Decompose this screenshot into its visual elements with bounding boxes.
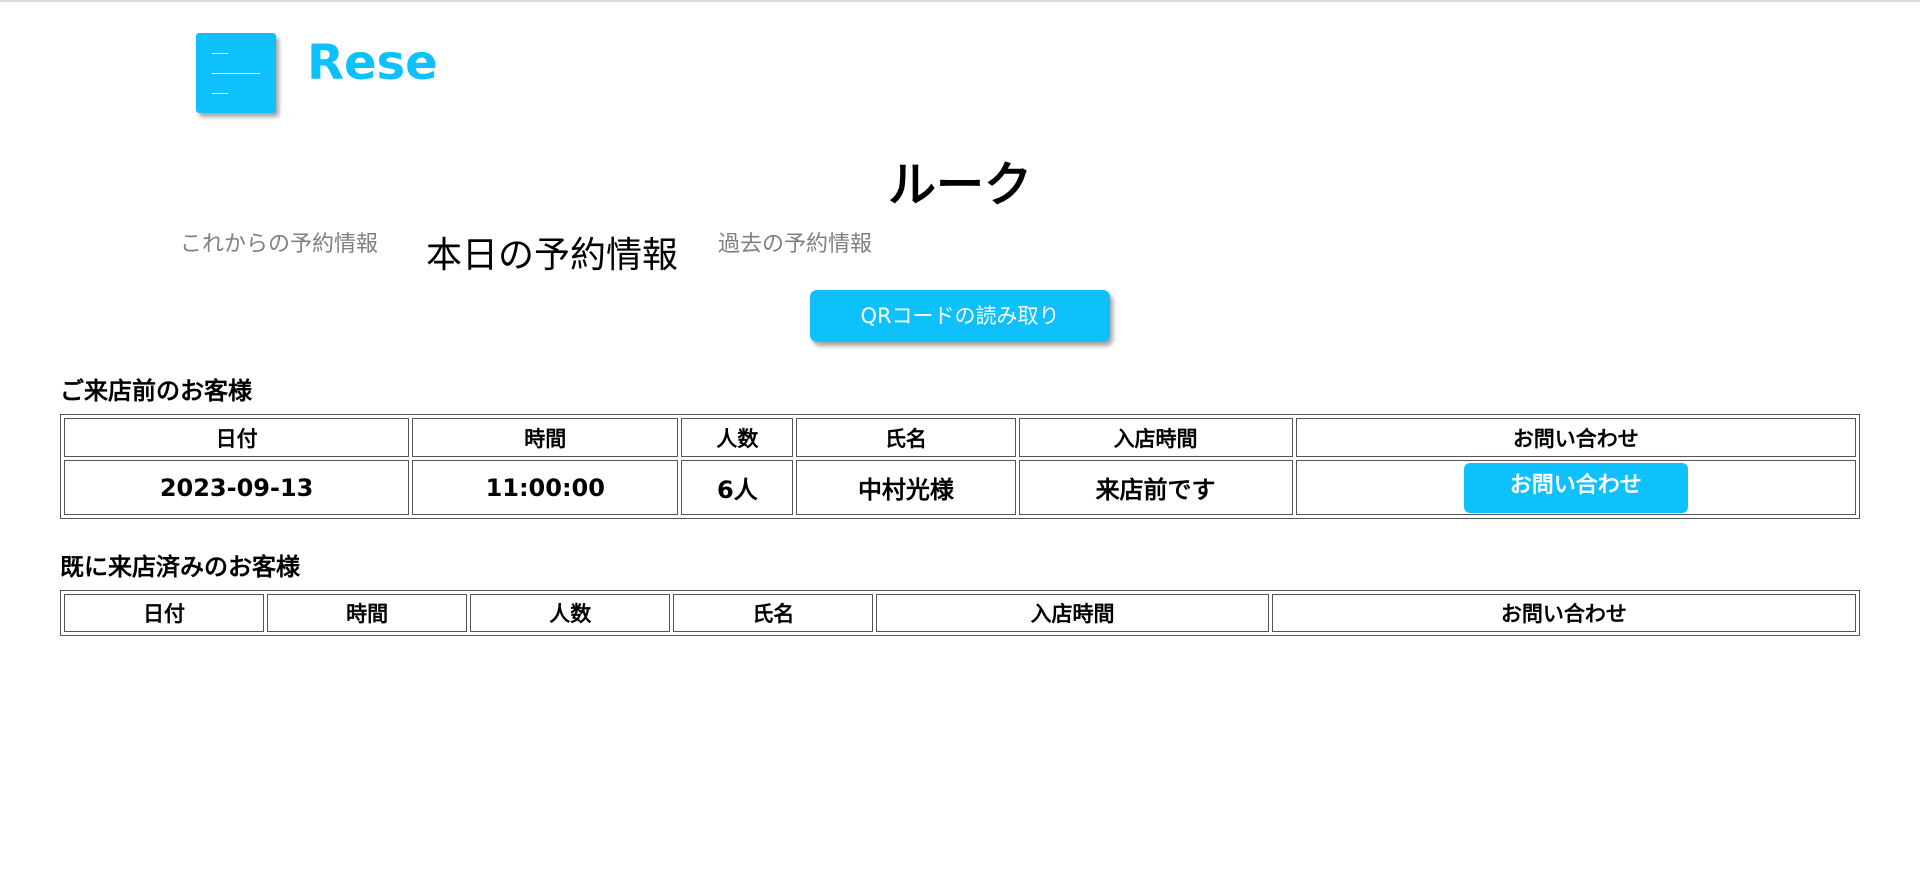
table-header-row: 日付 時間 人数 氏名 入店時間 お問い合わせ	[64, 594, 1856, 632]
column-header-contact: お問い合わせ	[1271, 594, 1856, 632]
column-header-name: 氏名	[796, 418, 1016, 457]
column-header-time: 時間	[412, 418, 679, 457]
column-header-people: 人数	[681, 418, 794, 457]
tab-today-reservations[interactable]: 本日の予約情報	[426, 226, 678, 278]
section-title-before-visit: ご来店前のお客様	[60, 377, 252, 405]
table-row: 2023-09-13 11:00:00 6人 中村光様 来店前です お問い合わせ	[64, 460, 1856, 515]
top-border	[0, 0, 1920, 2]
column-header-people: 人数	[470, 594, 671, 632]
column-header-time: 時間	[267, 594, 468, 632]
cell-people: 6人	[681, 460, 794, 515]
cell-time: 11:00:00	[412, 460, 679, 515]
cell-date: 2023-09-13	[64, 460, 410, 515]
contact-button[interactable]: お問い合わせ	[1463, 462, 1688, 513]
shop-name: ルーク	[887, 157, 1032, 213]
column-header-entry-time: 入店時間	[1018, 418, 1293, 457]
table-header-row: 日付 時間 人数 氏名 入店時間 お問い合わせ	[64, 418, 1856, 457]
before-visit-table: 日付 時間 人数 氏名 入店時間 お問い合わせ 2023-09-13 11:00…	[60, 414, 1860, 519]
column-header-date: 日付	[64, 594, 265, 632]
column-header-contact: お問い合わせ	[1295, 418, 1856, 457]
column-header-entry-time: 入店時間	[876, 594, 1269, 632]
column-header-date: 日付	[64, 418, 410, 457]
app-logo[interactable]: Rese	[307, 28, 438, 98]
tab-upcoming-reservations[interactable]: これからの予約情報	[180, 226, 378, 258]
tab-past-reservations[interactable]: 過去の予約情報	[718, 226, 872, 258]
qr-code-scan-button[interactable]: QRコードの読み取り	[810, 290, 1110, 342]
cell-entry-time: 来店前です	[1018, 460, 1293, 515]
cell-contact: お問い合わせ	[1295, 460, 1856, 515]
cell-name: 中村光様	[796, 460, 1016, 515]
visited-table: 日付 時間 人数 氏名 入店時間 お問い合わせ	[60, 590, 1860, 636]
menu-button[interactable]	[196, 33, 276, 113]
section-title-visited: 既に来店済みのお客様	[60, 553, 300, 581]
column-header-name: 氏名	[673, 594, 874, 632]
